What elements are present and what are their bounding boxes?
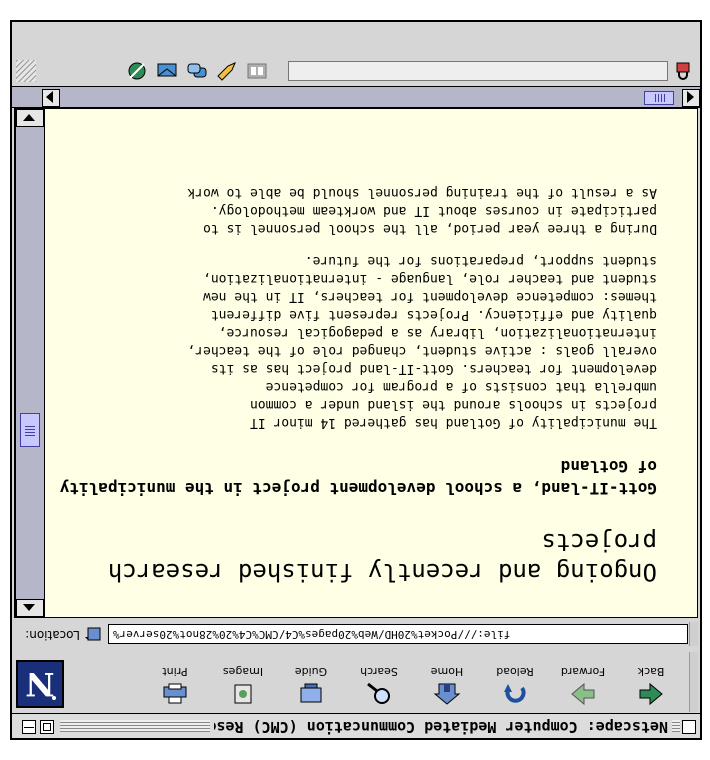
- close-box[interactable]: [682, 720, 696, 734]
- status-bar: [12, 56, 700, 86]
- down-arrow-icon: [23, 114, 35, 121]
- page-content[interactable]: Ongoing and recently finished research p…: [45, 109, 697, 617]
- netscape-n-icon: N: [25, 665, 55, 703]
- navigator-icon[interactable]: [126, 60, 148, 82]
- collapse-box[interactable]: [22, 720, 36, 734]
- right-arrow-icon: [46, 91, 53, 103]
- up-arrow-icon: [23, 604, 35, 611]
- composer-icon[interactable]: [216, 60, 238, 82]
- guide-label: Guide: [294, 665, 328, 678]
- toolbar-collapse-tab[interactable]: [689, 652, 698, 712]
- print-button[interactable]: Print: [142, 654, 208, 708]
- forward-button[interactable]: Forward: [550, 654, 616, 708]
- vertical-scrollbar[interactable]: [16, 109, 44, 617]
- content-frame: Ongoing and recently finished research p…: [14, 108, 698, 618]
- scroll-up-arrow[interactable]: [16, 599, 44, 617]
- location-collapse-tab[interactable]: [689, 622, 698, 646]
- search-icon: [367, 682, 390, 704]
- paragraph-2: During a three year period, all the scho…: [187, 185, 657, 236]
- netscape-logo[interactable]: N: [16, 660, 64, 708]
- title-stripes-right: [60, 720, 210, 732]
- title-bar[interactable]: Netscape: Computer Mediated Communcation…: [12, 713, 700, 738]
- back-button[interactable]: Back: [618, 654, 684, 708]
- location-bar: Location: file:///Pocket%20HD/Web%20page…: [12, 620, 700, 648]
- mail-icon[interactable]: [156, 60, 178, 82]
- location-label: Location:: [25, 628, 80, 642]
- back-label: Back: [637, 665, 665, 678]
- scroll-right-arrow[interactable]: [42, 89, 60, 107]
- home-icon: [433, 683, 461, 705]
- component-bar-icon[interactable]: [246, 60, 268, 82]
- status-message-field: [288, 61, 668, 81]
- window-title: Netscape: Computer Mediated Communcation…: [214, 718, 668, 736]
- scroll-down-arrow[interactable]: [16, 109, 44, 127]
- bookmark-page-icon[interactable]: [84, 626, 102, 642]
- resize-grip[interactable]: [16, 60, 36, 82]
- forward-arrow-icon: [571, 682, 595, 706]
- horizontal-scroll-thumb[interactable]: [644, 91, 674, 105]
- back-arrow-icon: [639, 682, 663, 706]
- reload-label: Reload: [496, 665, 534, 678]
- guide-icon: [300, 683, 322, 703]
- scroll-left-arrow[interactable]: [682, 89, 700, 107]
- navigation-toolbar: Back Forward Reload Home Search Guide Im…: [12, 650, 700, 712]
- browser-window: Netscape: Computer Mediated Communcation…: [10, 20, 702, 740]
- print-label: Print: [162, 665, 188, 678]
- print-icon: [163, 683, 187, 704]
- title-stripes: [672, 720, 680, 732]
- images-label: Images: [222, 665, 264, 678]
- search-button[interactable]: Search: [346, 654, 412, 708]
- images-button[interactable]: Images: [210, 654, 276, 708]
- images-icon: [234, 684, 252, 704]
- location-url: file:///Pocket%20HD/Web%20pages%C4/CMC%C…: [113, 628, 511, 641]
- location-input[interactable]: file:///Pocket%20HD/Web%20pages%C4/CMC%C…: [108, 624, 688, 644]
- paragraph-1: The municipality of Gotland has gathered…: [187, 253, 657, 430]
- horizontal-scrollbar[interactable]: [12, 86, 700, 108]
- guide-button[interactable]: Guide: [278, 654, 344, 708]
- vertical-scroll-thumb[interactable]: [20, 413, 40, 447]
- security-lock-icon[interactable]: [674, 62, 692, 80]
- left-arrow-icon: [687, 91, 694, 103]
- reload-icon: [504, 684, 526, 703]
- page-heading: Ongoing and recently finished research p…: [107, 528, 657, 586]
- search-label: Search: [360, 665, 398, 678]
- zoom-box[interactable]: [40, 720, 54, 734]
- section-heading: Gott-IT-land, a school development proje…: [59, 457, 657, 498]
- discussions-icon[interactable]: [186, 60, 208, 82]
- forward-label: Forward: [560, 665, 606, 678]
- home-label: Home: [430, 665, 464, 678]
- home-button[interactable]: Home: [414, 654, 480, 708]
- reload-button[interactable]: Reload: [482, 654, 548, 708]
